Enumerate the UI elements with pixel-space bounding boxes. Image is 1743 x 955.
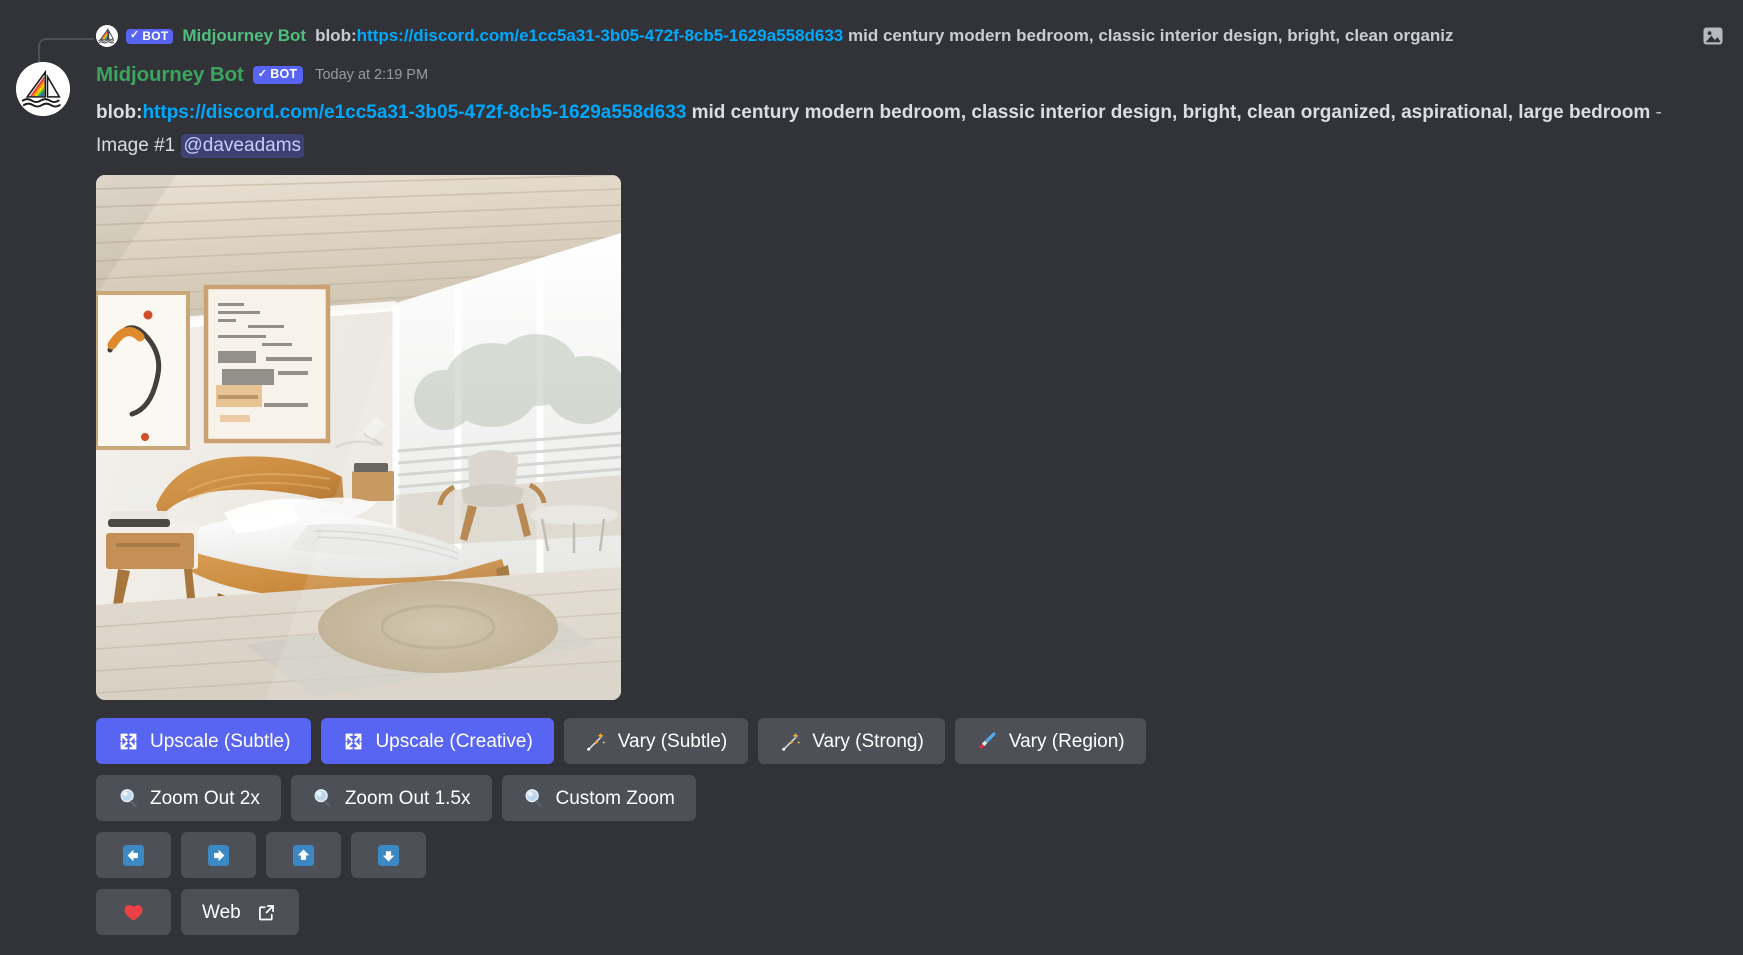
message-author-name[interactable]: Midjourney Bot — [96, 63, 244, 87]
prompt-text: mid century modern bedroom, classic inte… — [686, 102, 1651, 123]
bedroom-image — [96, 175, 621, 700]
paintbrush-icon — [976, 730, 999, 753]
image-number-label: Image #1 — [96, 135, 176, 156]
bot-badge: ✓ BOT — [126, 28, 174, 44]
message-body: blob:https://discord.com/e1cc5a31-3b05-4… — [96, 96, 1706, 162]
button-label: Vary (Strong) — [812, 730, 924, 752]
magnifying-glass-icon — [117, 787, 140, 810]
blob-prefix: blob: — [96, 102, 143, 123]
upscale-subtle-button[interactable]: Upscale (Subtle) — [96, 718, 312, 764]
reply-preview-text[interactable]: blob:https://discord.com/e1cc5a31-3b05-4… — [315, 26, 1691, 46]
reply-author-name[interactable]: Midjourney Bot — [182, 26, 306, 46]
arrow-up-icon — [292, 844, 315, 867]
message-components: Upscale (Subtle) Upscale (Creative) Vary… — [96, 718, 1725, 935]
component-row-3 — [96, 832, 1725, 878]
image-icon — [1701, 24, 1725, 48]
vary-strong-button[interactable]: Vary (Strong) — [758, 718, 945, 764]
magic-wand-icon — [779, 730, 802, 753]
vary-subtle-button[interactable]: Vary (Subtle) — [563, 718, 749, 764]
pan-left-button[interactable] — [96, 832, 171, 878]
expand-arrows-icon — [342, 730, 365, 753]
user-mention[interactable]: @daveadams — [180, 134, 305, 158]
expand-arrows-icon — [117, 730, 140, 753]
verified-check-icon: ✓ — [130, 29, 140, 41]
bot-badge-label: BOT — [142, 28, 169, 43]
button-label: Vary (Subtle) — [617, 730, 728, 752]
pan-down-button[interactable] — [351, 832, 426, 878]
component-row-4: Web — [96, 889, 1725, 935]
prompt-separator: - — [1650, 102, 1662, 123]
midjourney-sailboat-logo-icon — [96, 25, 118, 47]
message-timestamp: Today at 2:19 PM — [315, 67, 429, 83]
button-label: Zoom Out 1.5x — [344, 787, 471, 809]
message: Midjourney Bot ✓ BOT Today at 2:19 PM bl… — [0, 56, 1743, 935]
avatar — [96, 25, 118, 47]
arrow-right-icon — [207, 844, 230, 867]
message-header: Midjourney Bot ✓ BOT Today at 2:19 PM — [96, 60, 1725, 90]
button-label: Upscale (Subtle) — [150, 730, 291, 752]
pan-up-button[interactable] — [266, 832, 341, 878]
message-link[interactable]: https://discord.com/e1cc5a31-3b05-472f-8… — [142, 102, 686, 123]
custom-zoom-button[interactable]: Custom Zoom — [501, 775, 696, 821]
magnifying-glass-icon — [523, 787, 546, 810]
generated-image-attachment[interactable] — [96, 175, 621, 700]
external-link-icon — [255, 901, 278, 924]
upscale-creative-button[interactable]: Upscale (Creative) — [321, 718, 554, 764]
component-row-1: Upscale (Subtle) Upscale (Creative) Vary… — [96, 718, 1725, 764]
reply-link[interactable]: https://discord.com/e1cc5a31-3b05-472f-8… — [357, 26, 844, 45]
button-label: Web — [202, 901, 241, 923]
vary-region-button[interactable]: Vary (Region) — [954, 718, 1146, 764]
magnifying-glass-icon — [312, 787, 335, 810]
button-label: Zoom Out 2x — [150, 787, 260, 809]
button-label: Custom Zoom — [555, 787, 675, 809]
midjourney-sailboat-logo-icon — [16, 62, 70, 116]
zoom-out-2x-button[interactable]: Zoom Out 2x — [96, 775, 281, 821]
arrow-left-icon — [122, 844, 145, 867]
heart-icon — [122, 901, 145, 924]
arrow-down-icon — [377, 844, 400, 867]
button-label: Upscale (Creative) — [375, 730, 533, 752]
verified-check-icon: ✓ — [257, 68, 268, 80]
button-label: Vary (Region) — [1008, 730, 1125, 752]
avatar[interactable] — [16, 62, 70, 116]
referenced-message[interactable]: ✓ BOT Midjourney Bot blob:https://discor… — [0, 16, 1743, 68]
web-button[interactable]: Web — [181, 889, 299, 935]
reply-prompt-text: mid century modern bedroom, classic inte… — [843, 26, 1454, 45]
bot-badge: ✓ BOT — [252, 66, 304, 84]
zoom-out-1-5x-button[interactable]: Zoom Out 1.5x — [290, 775, 492, 821]
magic-wand-icon — [585, 730, 608, 753]
reply-blob-prefix: blob: — [315, 26, 357, 45]
pan-right-button[interactable] — [181, 832, 256, 878]
favorite-button[interactable] — [96, 889, 171, 935]
bot-badge-label: BOT — [270, 67, 298, 82]
component-row-2: Zoom Out 2x Zoom Out 1.5x Custom Zoom — [96, 775, 1725, 821]
